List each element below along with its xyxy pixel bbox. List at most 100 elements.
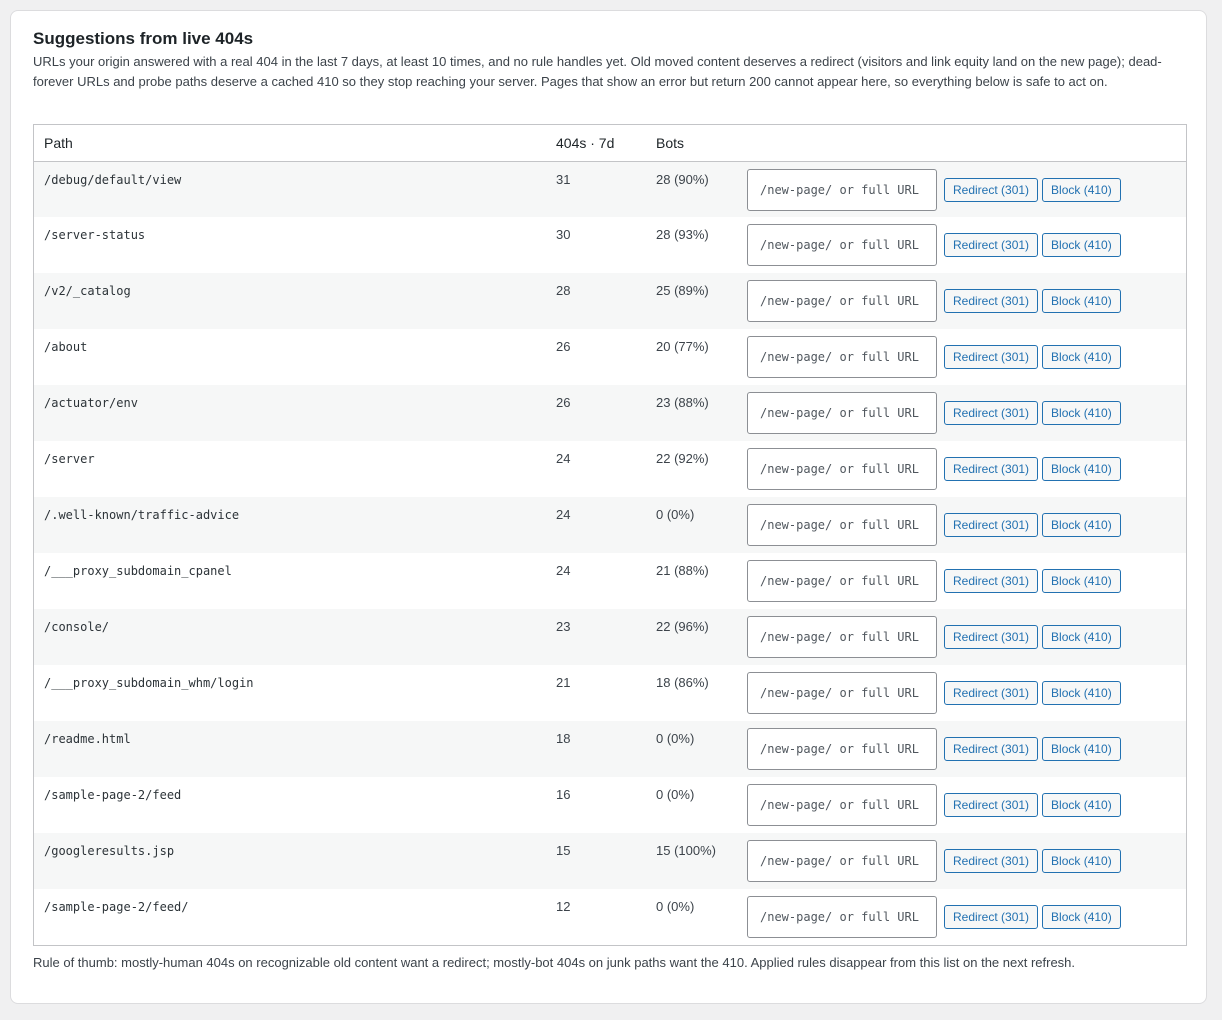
count-cell: 21 [556,675,571,690]
redirect-button[interactable]: Redirect (301) [944,345,1039,369]
table-row: /v2/_catalog 28 25 (89%) Redirect (301)Bloc… [34,273,1186,329]
block-button[interactable]: Block (410) [1042,177,1121,202]
actions-cell: Redirect (301)Block (410) [747,273,1186,329]
redirect-button[interactable]: Redirect (301) [944,681,1039,705]
path-cell: /actuator/env [44,396,138,410]
table-row: /server-status 30 28 (93%) Redirect (301)Bl… [34,217,1186,273]
table-row: /googleresults.jsp 15 15 (100%) Redirect (3… [34,833,1186,889]
section-title: Suggestions from live 404s [33,29,254,48]
actions-cell: Redirect (301)Block (410) [747,329,1186,385]
actions-cell: Redirect (301)Block (410) [747,497,1186,553]
count-cell: 28 [556,283,571,298]
path-cell: /sample-page-2/feed [44,788,182,802]
count-cell: 15 [556,843,571,858]
footnote: Rule of thumb: mostly-human 404s on reco… [33,955,1076,970]
actions-cell: Redirect (301)Block (410) [747,665,1186,721]
actions-cell: Redirect (301)Block (410) [747,217,1186,273]
bots-cell: 22 (92%) [656,451,709,466]
redirect-target-input[interactable] [747,168,937,211]
redirect-target-input[interactable] [747,672,937,714]
block-button[interactable]: Block (410) [1042,457,1121,481]
bots-cell: 21 (88%) [656,563,709,578]
redirect-button[interactable]: Redirect (301) [944,289,1039,313]
redirect-button[interactable]: Redirect (301) [944,177,1039,202]
redirect-button[interactable]: Redirect (301) [944,569,1039,593]
table-row: /___proxy_subdomain_whm/login 21 18 (86%) R… [34,665,1186,721]
count-cell: 24 [556,507,571,522]
redirect-button[interactable]: Redirect (301) [944,401,1039,425]
block-button[interactable]: Block (410) [1042,625,1121,649]
count-cell: 24 [556,563,571,578]
actions-cell: Redirect (301)Block (410) [747,609,1186,665]
actions-cell: Redirect (301)Block (410) [747,441,1186,497]
redirect-target-input[interactable] [747,896,937,938]
bots-cell: 25 (89%) [656,283,709,298]
actions-cell: Redirect (301)Block (410) [747,889,1186,945]
block-button[interactable]: Block (410) [1042,345,1121,369]
redirect-button[interactable]: Redirect (301) [944,905,1039,929]
block-button[interactable]: Block (410) [1042,737,1121,761]
actions-cell: Redirect (301)Block (410) [747,385,1186,441]
path-cell: /debug/default/view [44,172,182,187]
bots-cell: 28 (90%) [656,171,709,187]
path-cell: /___proxy_subdomain_whm/login [44,676,254,690]
block-button[interactable]: Block (410) [1042,793,1121,817]
table-row: /sample-page-2/feed/12 0 (0%) Redirect (30… [34,889,1186,945]
actions-cell: Redirect (301)Block (410) [747,777,1186,833]
table-header-row: Path 404s · 7d Bots [34,125,1186,162]
column-header-count: 404s · 7d [546,125,646,162]
redirect-button[interactable]: Redirect (301) [944,849,1039,873]
redirect-target-input[interactable] [747,840,937,882]
block-button[interactable]: Block (410) [1042,569,1121,593]
table-row: /actuator/env 26 23 (88%) Redirect (301)Blo… [34,385,1186,441]
path-cell: /about [44,340,88,354]
redirect-target-input[interactable] [747,784,937,826]
path-cell: /sample-page-2/feed/ [44,900,189,914]
table-row: /about 26 20 (77%) Redirect (301)Block (410… [34,329,1186,385]
bots-cell: 0 (0%) [656,787,695,802]
block-button[interactable]: Block (410) [1042,233,1121,257]
count-cell: 24 [556,451,571,466]
block-button[interactable]: Block (410) [1042,401,1121,425]
redirect-target-input[interactable] [747,224,937,266]
redirect-target-input[interactable] [747,448,937,490]
table-row: /debug/default/view 31 28 (90%) Redirect (3… [34,161,1186,217]
redirect-target-input[interactable] [747,560,937,602]
count-cell: 26 [556,395,571,410]
redirect-button[interactable]: Redirect (301) [944,793,1039,817]
redirect-target-input[interactable] [747,336,937,378]
redirect-button[interactable]: Redirect (301) [944,737,1039,761]
table-row: /___proxy_subdomain_cpanel 24 21 (88%) Redi… [34,553,1186,609]
count-cell: 12 [556,899,571,914]
redirect-target-input[interactable] [747,280,937,322]
block-button[interactable]: Block (410) [1042,905,1121,929]
redirect-target-input[interactable] [747,728,937,770]
suggestions-table: Path 404s · 7d Bots /debug/default/view 3… [33,124,1187,946]
count-cell: 30 [556,227,571,242]
path-cell: /v2/_catalog [44,284,131,298]
bots-cell: 0 (0%) [656,731,695,746]
path-cell: /server [44,452,95,466]
block-button[interactable]: Block (410) [1042,289,1121,313]
redirect-target-input[interactable] [747,392,937,434]
bots-cell: 20 (77%) [656,339,709,354]
redirect-target-input[interactable] [747,504,937,546]
redirect-button[interactable]: Redirect (301) [944,513,1039,537]
block-button[interactable]: Block (410) [1042,849,1121,873]
column-header-path: Path [34,125,546,162]
table-row: /.well-known/traffic-advice 24 0 (0%) Redir… [34,497,1186,553]
bots-cell: 18 (86%) [656,675,709,690]
redirect-button[interactable]: Redirect (301) [944,457,1039,481]
actions-cell: Redirect (301)Block (410) [747,721,1186,777]
redirect-target-input[interactable] [747,616,937,658]
actions-cell: Redirect (301)Block (410) [747,161,1186,217]
section-description: URLs your origin answered with a real 40… [33,54,1162,89]
count-cell: 18 [556,731,571,746]
bots-cell: 0 (0%) [656,899,695,914]
bots-cell: 28 (93%) [656,227,709,242]
table-row: /sample-page-2/feed 16 0 (0%) Redirect (301… [34,777,1186,833]
redirect-button[interactable]: Redirect (301) [944,625,1039,649]
redirect-button[interactable]: Redirect (301) [944,233,1039,257]
block-button[interactable]: Block (410) [1042,513,1121,537]
block-button[interactable]: Block (410) [1042,681,1121,705]
